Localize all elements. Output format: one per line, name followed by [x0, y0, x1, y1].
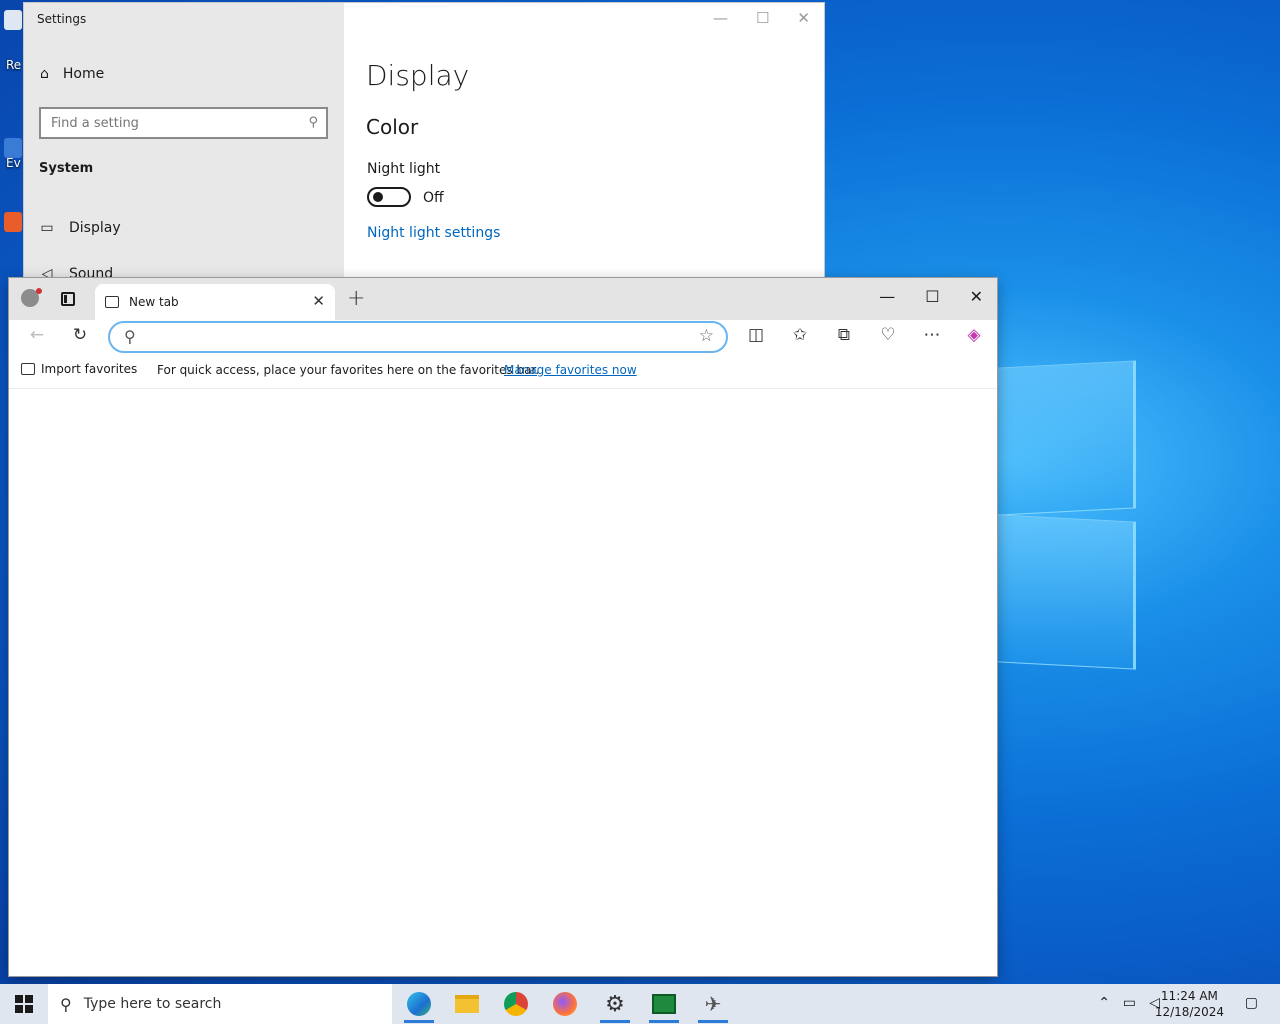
page-title: Display [366, 59, 470, 92]
new-tab-button[interactable]: + [347, 286, 365, 311]
night-light-settings-link[interactable]: Night light settings [367, 225, 500, 241]
taskbar-search-box[interactable]: ⚲ Type here to search [48, 984, 392, 1024]
taskbar: ⚲ Type here to search ⚙ ✈ ⌃ ▭ ◁ 11:24 AM… [0, 984, 1280, 1024]
chrome-icon [504, 992, 528, 1016]
tab-title: New tab [129, 295, 179, 309]
favorite-star-icon[interactable]: ☆ [699, 326, 714, 346]
active-indicator [649, 1020, 679, 1023]
night-light-label: Night light [367, 161, 441, 177]
clock-date: 12/18/2024 [1154, 1005, 1224, 1019]
group-title: Color [366, 115, 419, 139]
sidebar-item-display[interactable]: ▭ Display [39, 220, 121, 236]
file-explorer-taskbar-button[interactable] [448, 988, 486, 1020]
settings-window: Settings ⌂ Home ⚲ System ▭ Display ◁ Sou… [24, 3, 824, 277]
section-title: System [39, 161, 94, 176]
page-content[interactable] [9, 388, 997, 976]
settings-taskbar-button[interactable]: ⚙ [596, 988, 634, 1023]
browser-essentials-icon[interactable]: ♡ [876, 325, 900, 345]
desktop-icons: Re Ev [0, 0, 24, 280]
browser-toolbar: ← ↻ ⚲ ☆ ◫ ✩ ⧉ ♡ ⋯ ◈ [9, 320, 997, 354]
search-icon[interactable]: ⚲ [308, 115, 318, 130]
sidebar-item-label: Sound [69, 266, 114, 277]
collections-icon[interactable]: ⧉ [832, 325, 856, 345]
settings-sidebar: Settings ⌂ Home ⚲ System ▭ Display ◁ Sou… [24, 3, 344, 277]
address-input[interactable] [150, 326, 690, 348]
toggle-state-label: Off [423, 190, 444, 206]
clock[interactable]: 11:24 AM 12/18/2024 [1155, 988, 1224, 1020]
maximize-icon[interactable]: ☐ [756, 9, 769, 27]
import-favorites-button[interactable]: Import favorites [21, 362, 137, 376]
firefox-taskbar-button[interactable] [546, 988, 584, 1020]
active-indicator [600, 1020, 630, 1023]
edge-window: New tab ✕ + — ☐ ✕ ← ↻ ⚲ ☆ ◫ ✩ ⧉ ♡ ⋯ ◈ Im… [9, 278, 997, 976]
firefox-icon [553, 992, 577, 1016]
airplane-icon: ✈ [704, 992, 722, 1016]
window-title: Settings [37, 12, 87, 26]
favorites-icon[interactable]: ✩ [788, 325, 812, 345]
import-favorites-label: Import favorites [41, 362, 138, 376]
close-icon[interactable]: ✕ [797, 9, 810, 27]
notifications-icon[interactable]: ▢ [1245, 995, 1258, 1011]
sidebar-item-label: Display [69, 220, 121, 236]
folder-icon [21, 363, 35, 375]
home-label: Home [62, 66, 105, 82]
edge-icon [407, 992, 431, 1016]
window-controls: — ☐ ✕ [713, 9, 810, 27]
copilot-icon[interactable]: ◈ [962, 325, 986, 345]
app-icon[interactable] [4, 212, 22, 232]
edge-taskbar-button[interactable] [400, 988, 438, 1023]
maximize-icon[interactable]: ☐ [925, 287, 939, 306]
sidebar-item-sound[interactable]: ◁ Sound [39, 266, 113, 277]
tab-new-tab[interactable]: New tab ✕ [95, 284, 335, 320]
more-options-icon[interactable]: ⋯ [920, 325, 944, 345]
tab-actions-icon[interactable] [61, 292, 75, 306]
airplane-taskbar-button[interactable]: ✈ [694, 988, 732, 1023]
chrome-taskbar-button[interactable] [497, 988, 535, 1020]
manage-favorites-link[interactable]: Manage favorites now [504, 363, 637, 377]
recycle-bin-icon[interactable] [4, 10, 22, 30]
shortcut-icon[interactable] [4, 138, 22, 158]
chevron-up-icon[interactable]: ⌃ [1098, 995, 1110, 1011]
close-tab-icon[interactable]: ✕ [312, 292, 325, 310]
refresh-icon[interactable]: ↻ [68, 325, 92, 345]
settings-gear-icon: ⚙ [605, 991, 625, 1017]
search-icon: ⚲ [124, 327, 136, 346]
toggle-knob [373, 192, 383, 202]
settings-search-box[interactable]: ⚲ [39, 107, 328, 139]
sidebar-home[interactable]: ⌂ Home [40, 66, 104, 82]
split-screen-icon[interactable]: ◫ [744, 325, 768, 345]
address-bar[interactable]: ⚲ ☆ [108, 321, 728, 353]
new-tab-favicon-icon [105, 296, 119, 308]
clock-time: 11:24 AM [1160, 989, 1218, 1003]
notification-dot [36, 288, 42, 294]
back-arrow-icon[interactable]: ← [25, 325, 49, 345]
desktop-icon-label: Ev [6, 156, 21, 170]
tab-bar: New tab ✕ + — ☐ ✕ [9, 278, 997, 320]
minimize-icon[interactable]: — [713, 9, 728, 27]
favorites-bar: Import favorites For quick access, place… [9, 356, 997, 386]
monitor-icon: ▭ [40, 220, 54, 236]
favorites-bar-message: For quick access, place your favorites h… [157, 363, 540, 377]
terminal-taskbar-button[interactable] [645, 988, 683, 1023]
home-icon: ⌂ [40, 66, 49, 82]
speaker-icon: ◁ [41, 266, 53, 277]
close-icon[interactable]: ✕ [970, 287, 983, 306]
active-indicator [404, 1020, 434, 1023]
terminal-icon [652, 994, 676, 1014]
taskbar-search-placeholder: Type here to search [83, 996, 222, 1012]
windows-logo-icon [15, 995, 33, 1013]
window-controls: — ☐ ✕ [879, 287, 983, 306]
network-icon[interactable]: ▭ [1123, 995, 1136, 1011]
minimize-icon[interactable]: — [879, 287, 895, 306]
start-button[interactable] [0, 984, 48, 1024]
file-explorer-icon [455, 995, 479, 1013]
settings-search-input[interactable] [41, 109, 281, 137]
windows-wallpaper-logo [998, 360, 1138, 670]
night-light-toggle[interactable] [367, 187, 411, 207]
search-icon: ⚲ [60, 994, 72, 1014]
desktop-icon-label: Re [6, 58, 22, 72]
active-indicator [698, 1020, 728, 1023]
